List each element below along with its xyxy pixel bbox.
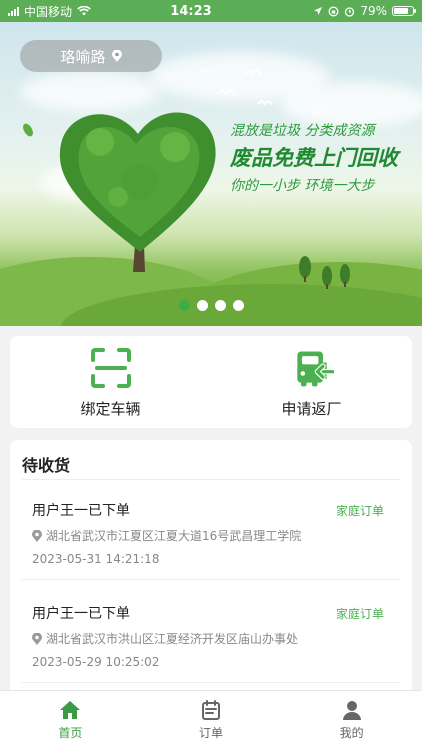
calendar-icon bbox=[202, 700, 220, 720]
return-factory-button[interactable]: 申请返厂 bbox=[211, 336, 412, 428]
tab-mine-label: 我的 bbox=[339, 726, 364, 740]
order-item[interactable]: 用户王一已下单 家庭订单 湖北省武汉市江夏区江夏大道16号武昌理工学院 2023… bbox=[22, 480, 400, 580]
return-factory-label: 申请返厂 bbox=[281, 399, 342, 418]
order-time: 2023-05-31 14:21:18 bbox=[32, 552, 160, 566]
carrier-name: 中国移动 bbox=[24, 4, 73, 19]
tab-mine[interactable]: 我的 bbox=[281, 691, 422, 750]
order-address-text: 湖北省武汉市江夏区江夏大道16号武昌理工学院 bbox=[46, 529, 302, 543]
carousel-indicator bbox=[0, 300, 422, 311]
bind-vehicle-label: 绑定车辆 bbox=[80, 399, 141, 418]
slogan-line-2: 废品免费上门回收 bbox=[230, 146, 398, 170]
status-bar: 中国移动 14:23 79% bbox=[0, 0, 422, 22]
tab-home[interactable]: 首页 bbox=[0, 691, 141, 750]
order-item[interactable]: 用户王一已下单 家庭订单 湖北省武汉市洪山区江夏经济开发区庙山办事处 2023-… bbox=[22, 583, 400, 683]
location-arrow-icon bbox=[314, 7, 323, 15]
rotation-lock-icon bbox=[328, 6, 339, 16]
carousel-dot[interactable] bbox=[214, 300, 226, 311]
pending-orders-card: 待收货 用户王一已下单 家庭订单 湖北省武汉市江夏区江夏大道16号武昌理工学院 … bbox=[10, 440, 412, 710]
order-type-badge: 家庭订单 bbox=[335, 504, 384, 518]
order-time: 2023-05-29 10:25:02 bbox=[32, 655, 160, 669]
location-pin-icon bbox=[111, 50, 122, 62]
battery-percent: 79% bbox=[360, 4, 387, 18]
home-icon bbox=[60, 701, 81, 719]
slogan-line-1: 混放是垃圾 分类成资源 bbox=[230, 123, 375, 139]
order-address-text: 湖北省武汉市洪山区江夏经济开发区庙山办事处 bbox=[46, 632, 299, 646]
tab-orders[interactable]: 订单 bbox=[141, 691, 282, 750]
user-icon bbox=[342, 701, 361, 720]
order-address: 湖北省武汉市洪山区江夏经济开发区庙山办事处 bbox=[32, 630, 298, 647]
bottom-tab-bar: 首页 订单 我的 bbox=[0, 690, 422, 750]
carousel-dot[interactable] bbox=[196, 300, 208, 311]
location-selector[interactable]: 珞喻路 bbox=[20, 40, 162, 72]
location-pin-icon bbox=[32, 529, 42, 542]
banner-slogan: 混放是垃圾 分类成资源 废品免费上门回收 你的一小步 环境一大步 bbox=[230, 120, 415, 195]
order-user: 用户王一已下单 bbox=[32, 503, 130, 519]
signal-icon bbox=[8, 6, 19, 16]
order-address: 湖北省武汉市江夏区江夏大道16号武昌理工学院 bbox=[32, 527, 301, 544]
pending-title: 待收货 bbox=[22, 456, 71, 475]
carousel-dot[interactable] bbox=[232, 300, 244, 311]
slogan-line-3: 你的一小步 环境一大步 bbox=[230, 178, 375, 194]
vehicle-return-icon bbox=[296, 351, 334, 386]
banner-carousel[interactable]: 珞喻路 混放是垃圾 分类成资源 废品免费上门回收 你的一小步 环境一大步 bbox=[0, 22, 422, 326]
carousel-dot[interactable] bbox=[178, 300, 190, 311]
scan-icon bbox=[90, 347, 131, 388]
location-label: 珞喻路 bbox=[60, 47, 106, 66]
wifi-icon bbox=[77, 6, 91, 16]
order-user: 用户王一已下单 bbox=[32, 606, 130, 622]
location-pin-icon bbox=[32, 632, 42, 645]
battery-icon bbox=[392, 6, 416, 16]
tab-home-label: 首页 bbox=[58, 726, 83, 740]
quick-actions-card: 绑定车辆 申请返厂 bbox=[10, 336, 412, 428]
tab-orders-label: 订单 bbox=[199, 726, 224, 740]
bind-vehicle-button[interactable]: 绑定车辆 bbox=[10, 336, 211, 428]
alarm-icon bbox=[345, 6, 355, 17]
order-type-badge: 家庭订单 bbox=[335, 607, 384, 621]
status-time: 14:23 bbox=[170, 3, 212, 19]
